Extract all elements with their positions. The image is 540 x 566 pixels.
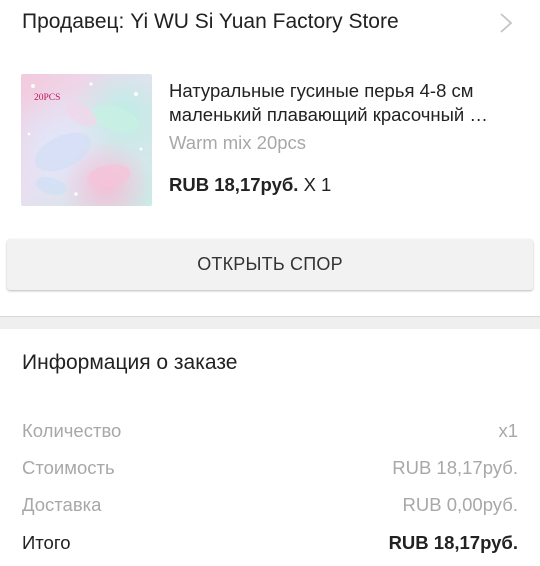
product-variant: Warm mix 20pcs: [169, 132, 307, 153]
row-value: RUB 0,00руб.: [402, 494, 518, 515]
product-item[interactable]: 20PCS Натуральные гусиные перья 4-8 см м…: [0, 66, 540, 216]
seller-name: Продавец: Yi WU Si Yuan Factory Store: [22, 10, 399, 33]
row-label: Итого: [22, 532, 71, 553]
row-value: RUB 18,17руб.: [392, 457, 518, 478]
section-divider: [0, 316, 540, 329]
product-price-line: RUB 18,17руб. X 1: [169, 174, 331, 196]
product-quantity: X 1: [303, 174, 332, 195]
order-row-total: Итого RUB 18,17руб.: [22, 532, 518, 556]
order-details-page: Продавец: Yi WU Si Yuan Factory Store 20…: [0, 0, 540, 566]
order-row-delivery: Доставка RUB 0,00руб.: [22, 494, 518, 518]
product-thumbnail: 20PCS: [21, 74, 152, 206]
product-price: RUB 18,17руб.: [169, 174, 299, 195]
row-value: x1: [498, 420, 518, 441]
open-dispute-button[interactable]: ОТКРЫТЬ СПОР: [7, 239, 533, 290]
order-row-quantity: Количество x1: [22, 420, 518, 444]
row-label: Стоимость: [22, 457, 115, 478]
row-label: Количество: [22, 420, 122, 441]
chevron-right-icon: [500, 13, 513, 33]
seller-row[interactable]: Продавец: Yi WU Si Yuan Factory Store: [0, 0, 540, 50]
product-title: Натуральные гусиные перья 4-8 см маленьк…: [169, 80, 488, 125]
order-row-cost: Стоимость RUB 18,17руб.: [22, 457, 518, 481]
row-label: Доставка: [22, 494, 102, 515]
row-value: RUB 18,17руб.: [388, 532, 518, 553]
order-info-title: Информация о заказе: [22, 351, 238, 374]
thumb-badge: 20PCS: [34, 93, 60, 103]
